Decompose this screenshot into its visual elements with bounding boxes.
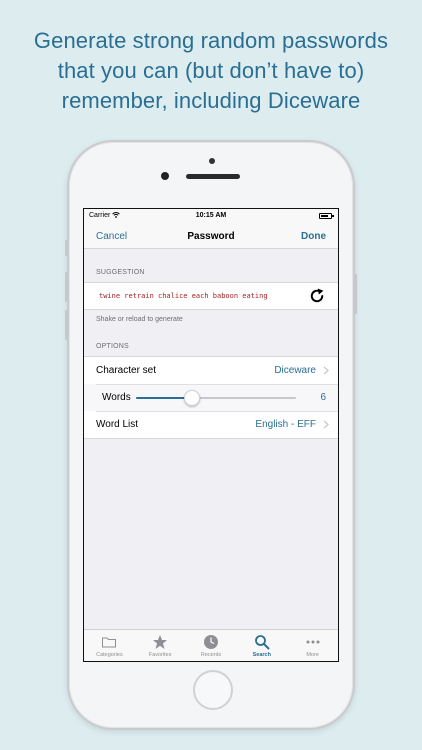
tab-label: Recents: [200, 652, 222, 658]
power-button: [354, 274, 357, 314]
chevron-right-icon: [323, 420, 329, 429]
words-slider[interactable]: [136, 390, 296, 406]
options-section-header: OPTIONS: [96, 343, 129, 350]
suggestion-group: twine retrain chalice each baboon eating: [84, 282, 338, 310]
folder-icon: [102, 637, 117, 648]
battery-level: [321, 215, 329, 217]
tab-bar: Categories Favorites Recents Search More: [84, 629, 338, 661]
tab-label: Favorites: [148, 652, 172, 658]
words-slider-thumb[interactable]: [184, 390, 200, 406]
navigation-bar: Cancel Password Done: [84, 223, 338, 249]
tab-more[interactable]: More: [287, 630, 338, 661]
tab-categories[interactable]: Categories: [84, 630, 135, 661]
options-group: Character set Diceware Words 6 Word List…: [84, 356, 338, 439]
tab-search[interactable]: Search: [236, 630, 287, 661]
phone-frame: Carrier 10:15 AM Cancel Password Done SU…: [65, 140, 357, 730]
refresh-icon[interactable]: [308, 287, 326, 305]
headline-line-2: that you can (but don’t have to): [57, 58, 365, 83]
done-button[interactable]: Done: [301, 231, 326, 242]
character-set-row[interactable]: Character set Diceware: [84, 357, 338, 384]
headline-line-3: remember, including Diceware: [61, 88, 361, 113]
word-list-row[interactable]: Word List English - EFF: [84, 411, 338, 438]
suggestion-footnote: Shake or reload to generate: [96, 316, 183, 323]
front-camera: [161, 172, 169, 180]
search-icon: [254, 635, 270, 650]
volume-down-button: [65, 310, 68, 340]
word-list-value: English - EFF: [255, 419, 316, 430]
password-suggestion[interactable]: twine retrain chalice each baboon eating: [99, 292, 299, 300]
tab-favorites[interactable]: Favorites: [135, 630, 186, 661]
status-time: 10:15 AM: [195, 212, 227, 219]
tab-recents[interactable]: Recents: [186, 630, 237, 661]
volume-up-button: [65, 272, 68, 302]
phone-screen: Carrier 10:15 AM Cancel Password Done SU…: [83, 208, 339, 662]
proximity-sensor: [209, 158, 215, 164]
suggestion-section-header: SUGGESTION: [96, 269, 145, 276]
headline-line-1: Generate strong random passwords: [33, 28, 389, 53]
chevron-right-icon: [323, 366, 329, 375]
word-list-label: Word List: [96, 419, 139, 430]
nav-title: Password: [187, 231, 235, 242]
tab-label: More: [306, 652, 319, 658]
clock-icon: [203, 635, 218, 649]
mute-switch: [65, 240, 68, 256]
words-label: Words: [102, 392, 131, 403]
status-bar: Carrier 10:15 AM: [84, 209, 338, 223]
home-button[interactable]: [193, 670, 233, 710]
headline: Generate strong random passwords that yo…: [0, 26, 422, 116]
words-value: 6: [320, 392, 326, 403]
battery-icon: [319, 213, 334, 219]
words-row: Words 6: [84, 384, 338, 411]
suggestion-row[interactable]: twine retrain chalice each baboon eating: [84, 283, 338, 309]
earpiece-speaker: [186, 174, 240, 179]
more-icon: [306, 640, 320, 644]
tab-label: Search: [252, 652, 271, 658]
character-set-label: Character set: [96, 365, 157, 376]
character-set-value: Diceware: [274, 365, 316, 376]
tab-label: Categories: [96, 652, 123, 658]
star-icon: [153, 635, 168, 649]
